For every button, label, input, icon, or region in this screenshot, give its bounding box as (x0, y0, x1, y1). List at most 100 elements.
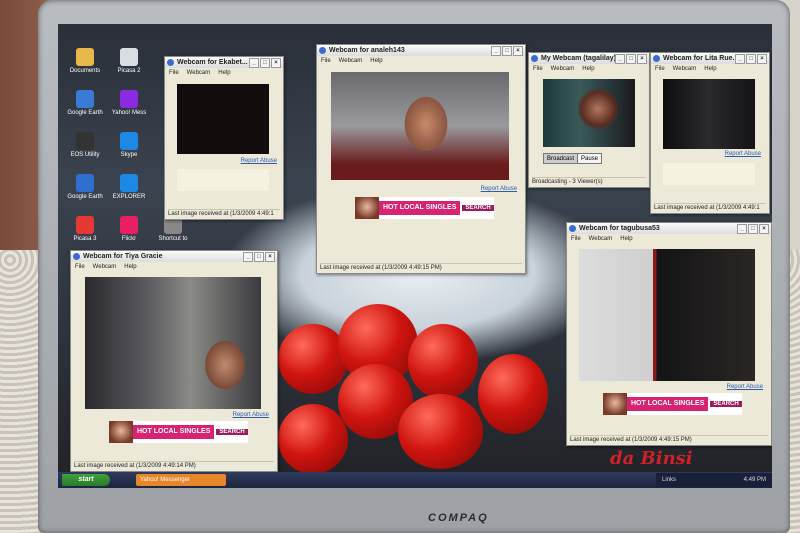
desktop-icon[interactable]: Google Earth (62, 90, 108, 117)
minimize-icon[interactable]: _ (615, 54, 625, 64)
ad-search[interactable]: SEARCH (462, 205, 494, 211)
desktop-icon[interactable]: Skype (106, 132, 152, 159)
ad-banner[interactable]: HOT LOCAL SINGLES SEARCH (603, 393, 742, 415)
menu-file[interactable]: File (533, 64, 543, 74)
menu-webcam[interactable]: Webcam (589, 234, 613, 244)
window-titlebar[interactable]: Webcam for Lita Rue... _ □ × (651, 53, 769, 64)
close-icon[interactable]: × (759, 224, 769, 234)
maximize-icon[interactable]: □ (746, 54, 756, 64)
menu-help[interactable]: Help (620, 234, 632, 244)
ad-text: HOT LOCAL SINGLES (627, 397, 709, 411)
menu-help[interactable]: Help (704, 64, 716, 74)
maximize-icon[interactable]: □ (502, 46, 512, 56)
desktop-icon[interactable]: Google Earth (62, 174, 108, 201)
webcam-icon (653, 55, 660, 62)
menu-webcam[interactable]: Webcam (339, 56, 363, 66)
report-abuse-link[interactable]: Report Abuse (241, 158, 277, 164)
start-button[interactable]: start (62, 474, 110, 486)
menu-help[interactable]: Help (218, 68, 230, 78)
desktop-icon[interactable]: EXPLORER (106, 174, 152, 201)
desktop-icon[interactable]: Documents (62, 48, 108, 75)
minimize-icon[interactable]: _ (249, 58, 259, 68)
picasa3-icon (76, 216, 94, 234)
minimize-icon[interactable]: _ (735, 54, 745, 64)
desktop-icon[interactable]: Shortcut to (150, 216, 196, 243)
webcam-video (85, 277, 261, 409)
menu-file[interactable]: File (169, 68, 179, 78)
report-abuse-link[interactable]: Report Abuse (727, 384, 763, 390)
my-webcam-window[interactable]: My Webcam (tagalilay) _ □ × File Webcam Help… (528, 52, 650, 188)
ad-banner[interactable]: HOT LOCAL SINGLES SEARCH (109, 421, 248, 443)
window-titlebar[interactable]: Webcam for analeh143 _ □ × (317, 45, 525, 56)
window-titlebar[interactable]: My Webcam (tagalilay) _ □ × (529, 53, 649, 64)
ad-search[interactable]: SEARCH (216, 429, 248, 435)
wallpaper-fruit (398, 394, 483, 469)
menu-help[interactable]: Help (582, 64, 594, 74)
ad-text: HOT LOCAL SINGLES (133, 425, 215, 439)
menu-webcam[interactable]: Webcam (673, 64, 697, 74)
window-titlebar[interactable]: Webcam for Tiya Gracie _ □ × (71, 251, 277, 262)
tray-clock[interactable]: 4:49 PM (744, 473, 766, 487)
laptop-screen: Documents Picasa 2 Google Earth Yahoo! M… (58, 24, 772, 488)
close-icon[interactable]: × (513, 46, 523, 56)
close-icon[interactable]: × (265, 252, 275, 262)
minimize-icon[interactable]: _ (243, 252, 253, 262)
taskbar-item-messenger[interactable]: Yahoo! Messenger (136, 474, 226, 486)
maximize-icon[interactable]: □ (626, 54, 636, 64)
webcam-window-litarue[interactable]: Webcam for Lita Rue... _ □ × File Webcam Hel… (650, 52, 770, 214)
tray-links[interactable]: Links (662, 477, 676, 483)
maximize-icon[interactable]: □ (748, 224, 758, 234)
menu-help[interactable]: Help (124, 262, 136, 272)
webcam-icon (319, 47, 326, 54)
ad-search[interactable]: SEARCH (710, 401, 742, 407)
desktop-icon[interactable]: Picasa 2 (106, 48, 152, 75)
taskbar: start Yahoo! Messenger Links 4:49 PM (58, 472, 772, 488)
menu-file[interactable]: File (571, 234, 581, 244)
status-bar: Last image received at (1/3/2009 4:49:1 (654, 203, 766, 211)
broadcast-button[interactable]: Broadcast (543, 153, 579, 164)
desktop-icon[interactable]: Picasa 3 (62, 216, 108, 243)
menu-webcam[interactable]: Webcam (187, 68, 211, 78)
status-bar: Broadcasting - 3 Viewer(s) (532, 177, 646, 185)
ad-photo (603, 393, 627, 415)
webcam-window-analeh[interactable]: Webcam for analeh143 _ □ × File Webcam Help … (316, 44, 526, 274)
desktop-icon[interactable]: Flickr (106, 216, 152, 243)
window-menubar: File Webcam Help (567, 234, 771, 244)
webcam-video (579, 249, 755, 381)
window-menubar: File Webcam Help (71, 262, 277, 272)
window-titlebar[interactable]: Webcam for tagubusa53 _ □ × (567, 223, 771, 234)
wallpaper-fruit (278, 324, 348, 394)
webcam-icon (73, 253, 80, 260)
desktop-icon[interactable]: EOS Utility (62, 132, 108, 159)
menu-help[interactable]: Help (370, 56, 382, 66)
webcam-window-tiya[interactable]: Webcam for Tiya Gracie _ □ × File Webcam Hel… (70, 250, 278, 472)
status-bar: Last image received at (1/3/2009 4:49:15… (320, 263, 522, 271)
minimize-icon[interactable]: _ (737, 224, 747, 234)
close-icon[interactable]: × (271, 58, 281, 68)
report-abuse-link[interactable]: Report Abuse (233, 412, 269, 418)
minimize-icon[interactable]: _ (491, 46, 501, 56)
menu-webcam[interactable]: Webcam (93, 262, 117, 272)
menu-file[interactable]: File (75, 262, 85, 272)
ad-placeholder (663, 163, 755, 185)
menu-file[interactable]: File (321, 56, 331, 66)
window-title: Webcam for Lita Rue... (663, 55, 739, 62)
ad-photo (355, 197, 379, 219)
windows-icon (120, 174, 138, 192)
maximize-icon[interactable]: □ (254, 252, 264, 262)
webcam-window-ekabet[interactable]: Webcam for Ekabet... _ □ × File Webcam Help … (164, 56, 284, 220)
report-abuse-link[interactable]: Report Abuse (725, 151, 761, 157)
ad-banner[interactable]: HOT LOCAL SINGLES SEARCH (355, 197, 494, 219)
report-abuse-link[interactable]: Report Abuse (481, 186, 517, 192)
window-titlebar[interactable]: Webcam for Ekabet... _ □ × (165, 57, 283, 68)
close-icon[interactable]: × (637, 54, 647, 64)
menu-webcam[interactable]: Webcam (551, 64, 575, 74)
menu-file[interactable]: File (655, 64, 665, 74)
maximize-icon[interactable]: □ (260, 58, 270, 68)
window-menubar: File Webcam Help (317, 56, 525, 66)
webcam-window-tagubusa[interactable]: Webcam for tagubusa53 _ □ × File Webcam Help… (566, 222, 772, 446)
desktop-icon[interactable]: Yahoo! Mess (106, 90, 152, 117)
close-icon[interactable]: × (757, 54, 767, 64)
brand-logo: COMPAQ (428, 512, 489, 524)
pause-button[interactable]: Pause (577, 153, 603, 164)
